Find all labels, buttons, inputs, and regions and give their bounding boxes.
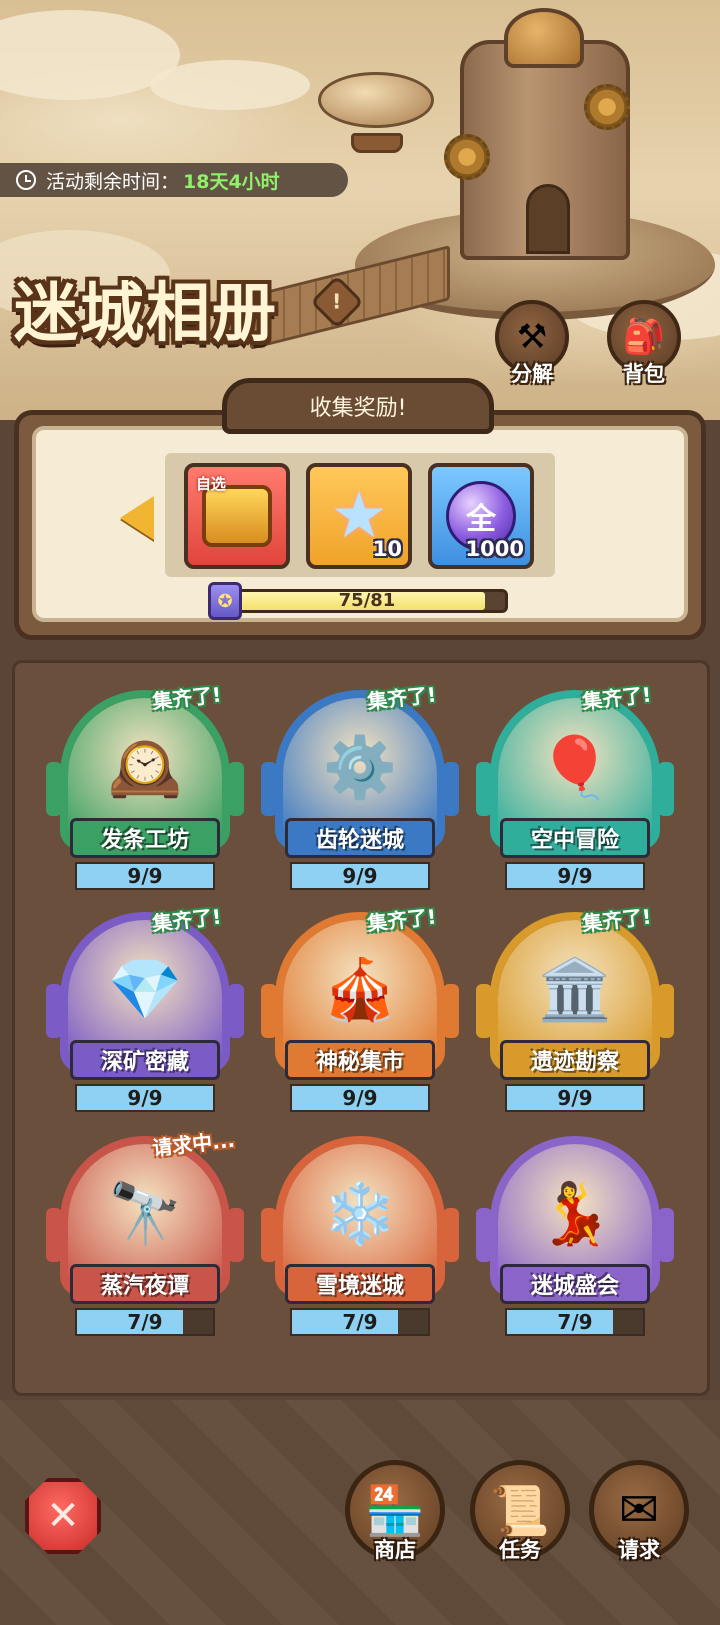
- album-count: 9/9: [557, 864, 593, 888]
- album-count: 7/9: [342, 1310, 378, 1334]
- decompose-button[interactable]: ⚒ 分解: [492, 300, 572, 388]
- album-progress: 7/9: [75, 1308, 215, 1336]
- album-card[interactable]: 🏛️ 遗迹勘察 9/9 集齐了!: [470, 904, 680, 1122]
- album-count: 7/9: [127, 1310, 163, 1334]
- album-progress: 9/9: [505, 862, 645, 890]
- album-progress: 9/9: [505, 1084, 645, 1112]
- exclamation-icon: !: [332, 290, 342, 314]
- album-count: 9/9: [342, 864, 378, 888]
- album-art-icon: 🔭: [107, 1179, 183, 1249]
- album-progress: 9/9: [75, 1084, 215, 1112]
- gear-icon: [444, 134, 490, 180]
- reward-item-orb[interactable]: 全 1000: [428, 463, 534, 569]
- album-name: 齿轮迷城: [285, 818, 435, 858]
- album-art-icon: ❄️: [322, 1179, 398, 1249]
- album-progress: 9/9: [290, 1084, 430, 1112]
- decompose-label: 分解: [511, 362, 553, 386]
- album-name: 蒸汽夜谭: [70, 1264, 220, 1304]
- reward-item-tag: 自选: [196, 475, 227, 493]
- album-count: 9/9: [127, 864, 163, 888]
- album-count: 9/9: [342, 1086, 378, 1110]
- backpack-label: 背包: [623, 362, 665, 386]
- collection-progress-bar: 75/81: [226, 589, 508, 613]
- page-title: 迷城相册: [14, 277, 278, 351]
- close-button[interactable]: ✕: [25, 1478, 101, 1554]
- album-card[interactable]: ⚙️ 齿轮迷城 9/9 集齐了!: [255, 682, 465, 900]
- pipe-decoration: [443, 762, 459, 816]
- album-name: 遗迹勘察: [500, 1040, 650, 1080]
- reward-header-label: 收集奖励!: [309, 396, 407, 421]
- album-name: 迷城盛会: [500, 1264, 650, 1304]
- album-art-icon: 🕰️: [107, 733, 183, 803]
- backpack-button[interactable]: 🎒 背包: [604, 300, 684, 388]
- timer-value: 18天4小时: [183, 170, 280, 193]
- album-card[interactable]: 🔭 蒸汽夜谭 7/9 请求中...: [40, 1128, 250, 1346]
- pipe-decoration: [658, 762, 674, 816]
- tasks-button[interactable]: 📜 任务: [465, 1460, 575, 1564]
- request-label: 请求: [618, 1538, 660, 1562]
- clock-icon: [16, 170, 36, 190]
- treasure-chest-icon: [202, 485, 272, 547]
- event-timer: 活动剩余时间： 18天4小时: [0, 163, 348, 197]
- left-arrow-icon[interactable]: [120, 496, 154, 540]
- album-art-icon: ⚙️: [322, 733, 398, 803]
- album-card[interactable]: ❄️ 雪境迷城 7/9: [255, 1136, 465, 1346]
- album-card[interactable]: 💃 迷城盛会 7/9: [470, 1136, 680, 1346]
- reward-item-star[interactable]: ★ 10: [306, 463, 412, 569]
- airship-gondola: [351, 133, 403, 153]
- album-count: 9/9: [557, 1086, 593, 1110]
- pipe-decoration: [228, 1208, 244, 1262]
- airship: [318, 72, 434, 153]
- steampunk-tower: [444, 8, 630, 260]
- album-progress: 9/9: [290, 862, 430, 890]
- shop-label: 商店: [374, 1538, 416, 1562]
- album-name: 深矿密藏: [70, 1040, 220, 1080]
- album-card[interactable]: 🎈 空中冒险 9/9 集齐了!: [470, 682, 680, 900]
- pipe-decoration: [443, 984, 459, 1038]
- album-progress: 7/9: [505, 1308, 645, 1336]
- tower-door: [526, 184, 570, 254]
- pipe-decoration: [228, 762, 244, 816]
- album-count: 9/9: [127, 1086, 163, 1110]
- album-art-icon: 🎈: [537, 733, 613, 803]
- timer-label: 活动剩余时间：: [46, 170, 180, 193]
- album-art-icon: 💎: [107, 955, 183, 1025]
- pipe-decoration: [658, 1208, 674, 1262]
- reward-item-qty: 1000: [465, 537, 524, 561]
- request-button[interactable]: ✉ 请求: [584, 1460, 694, 1564]
- pipe-decoration: [658, 984, 674, 1038]
- album-name: 雪境迷城: [285, 1264, 435, 1304]
- tasks-label: 任务: [499, 1538, 541, 1562]
- album-card[interactable]: 💎 深矿密藏 9/9 集齐了!: [40, 904, 250, 1122]
- album-art-icon: 🎪: [322, 955, 398, 1025]
- reward-item-chest[interactable]: 自选: [184, 463, 290, 569]
- close-icon: ✕: [46, 1493, 80, 1539]
- pipe-decoration: [443, 1208, 459, 1262]
- progress-text: 75/81: [338, 590, 396, 611]
- album-card-icon: ✪: [208, 582, 242, 620]
- cloud: [150, 60, 310, 110]
- album-card[interactable]: 🕰️ 发条工坊 9/9 集齐了!: [40, 682, 250, 900]
- album-art-icon: 💃: [537, 1179, 613, 1249]
- album-count: 7/9: [557, 1310, 593, 1334]
- album-card[interactable]: 🎪 神秘集市 9/9 集齐了!: [255, 904, 465, 1122]
- pipe-decoration: [228, 984, 244, 1038]
- album-progress: 9/9: [75, 862, 215, 890]
- album-name: 发条工坊: [70, 818, 220, 858]
- shop-button[interactable]: 🏪 商店: [340, 1460, 450, 1564]
- reward-item-qty: 10: [372, 537, 402, 561]
- gear-icon: [584, 84, 630, 130]
- tower-dome: [504, 8, 584, 68]
- reward-header: 收集奖励!: [222, 378, 494, 434]
- album-art-icon: 🏛️: [537, 955, 613, 1025]
- album-progress: 7/9: [290, 1308, 430, 1336]
- album-name: 神秘集市: [285, 1040, 435, 1080]
- album-name: 空中冒险: [500, 818, 650, 858]
